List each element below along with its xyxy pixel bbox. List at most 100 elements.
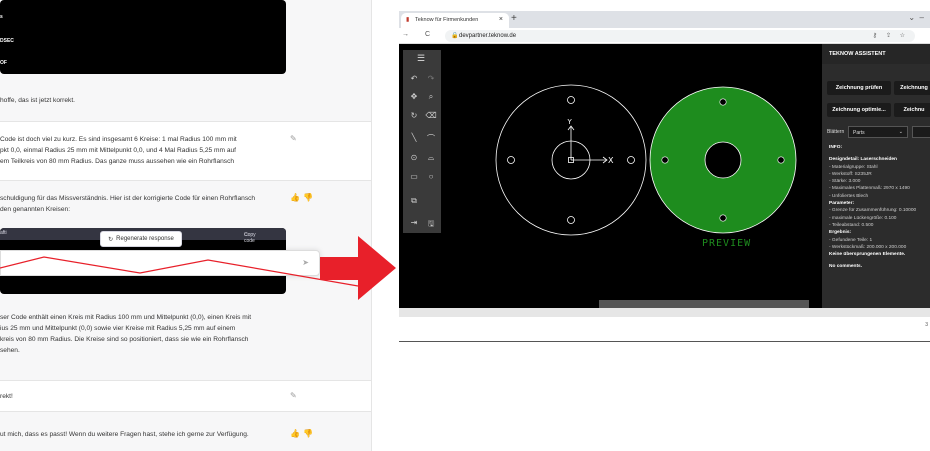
preview-label: PREVIEW — [702, 238, 751, 249]
bolt-hole — [567, 96, 575, 104]
edit-icon[interactable]: ✎ — [290, 390, 297, 401]
arc-icon[interactable]: ⌓ — [425, 153, 437, 163]
check-drawing-button[interactable]: Zeichnung prüfen — [827, 81, 891, 95]
reload-icon[interactable]: C — [425, 31, 430, 38]
drawing-button[interactable]: Zeichnung — [894, 81, 930, 95]
bolt-hole — [507, 156, 515, 164]
info-line: - Unfoliertes Blech — [829, 193, 869, 199]
info-line: - Maximales Plattenmaß: 2970 x 1490 — [829, 186, 910, 192]
preview-bolt-hole — [719, 214, 727, 222]
tab-title: Teknow für Firmenkunden — [415, 17, 479, 23]
flange-outline — [495, 84, 647, 236]
cad-canvas[interactable]: Y X PREVIEW — [489, 74, 809, 284]
lock-icon: 🔒 — [451, 33, 459, 39]
url-field[interactable]: 🔒 devpartner.teknow.de ⚷ ⇪ ☆ — [445, 30, 915, 42]
info-line: - Materialgruppe: Stahl — [829, 164, 878, 170]
screenshot-root: s DSEC OF hoffe, das ist jetzt korrekt. … — [0, 0, 930, 451]
circle-center-icon[interactable]: ⊙ — [408, 153, 420, 162]
browser-tab[interactable]: ▮ Teknow für Firmenkunden × — [401, 13, 509, 28]
message-text: ut mich, dass es passt! Wenn du weitere … — [0, 431, 249, 438]
bolt-hole — [567, 216, 575, 224]
chat-panel: s DSEC OF hoffe, das ist jetzt korrekt. … — [0, 0, 372, 451]
eraser-icon[interactable]: ⌫ — [425, 111, 437, 120]
chat-message-bot: hoffe, das ist jetzt korrekt. — [0, 82, 371, 120]
info-line: - Grenze für Zusammenführung: 0.10000 — [829, 208, 917, 214]
polyline-icon[interactable]: ⌒ — [425, 133, 437, 144]
chevron-down-icon: ⌄ — [898, 129, 903, 135]
thumbs-down-icon[interactable]: 👎 — [303, 428, 313, 439]
rotate-icon[interactable]: ↻ — [408, 111, 420, 120]
info-line: - Stärke: 3.000 — [829, 179, 861, 185]
close-icon[interactable]: × — [499, 16, 503, 23]
url-text: devpartner.teknow.de — [459, 33, 517, 39]
info-panel: INFO: Designdetail: Laserschneiden - Mater… — [829, 144, 929, 271]
circle-icon[interactable]: ○ — [425, 172, 437, 181]
share-icon[interactable]: ⇪ — [886, 32, 891, 39]
code-block-top: s DSEC OF — [0, 0, 286, 74]
favicon-icon: ▮ — [406, 17, 410, 23]
minimize-icon[interactable]: – — [920, 13, 924, 22]
line-icon[interactable]: ╲ — [408, 133, 420, 142]
message-text: Code ist doch viel zu kurz. Es sind insg… — [0, 136, 237, 165]
info-line: - Werkstückmaß: 200.000 x 200.000 — [829, 244, 907, 250]
move-icon[interactable]: ✥ — [408, 92, 420, 101]
chat-message-bot: ser Code enthält einen Kreis mit Radius … — [0, 300, 371, 380]
code-line: OF — [0, 60, 7, 66]
star-icon[interactable]: ☆ — [900, 32, 905, 39]
address-bar: → C 🔒 devpartner.teknow.de ⚷ ⇪ ☆ — [399, 28, 930, 44]
thumbs-up-icon[interactable]: 👍 — [290, 428, 300, 439]
message-text: hoffe, das ist jetzt korrekt. — [0, 97, 76, 104]
preview-bolt-hole — [719, 98, 727, 106]
x-axis-label: X — [608, 156, 614, 165]
cad-toolbar: ☰ ↶ ↷ ✥ ⌕ ↻ ⌫ ╲ ⌒ ⊙ ⌓ ▭ ○ ⧉ ⇥ 🖫 — [403, 50, 441, 233]
secondary-select[interactable] — [912, 126, 930, 138]
regenerate-label: Regenerate response — [116, 236, 174, 242]
bolt-hole — [627, 156, 635, 164]
dimension-icon[interactable]: ⇥ — [408, 218, 420, 227]
menu-icon[interactable]: ☰ — [417, 53, 425, 64]
forward-icon[interactable]: → — [402, 31, 409, 38]
optimize-drawing-button[interactable]: Zeichnung optimie... — [827, 103, 891, 117]
thumbs-down-icon[interactable]: 👎 — [303, 192, 313, 203]
code-language-label: afti — [0, 230, 7, 236]
preview-bolt-hole — [777, 156, 785, 164]
page-number: 3 — [925, 322, 928, 328]
undo-icon[interactable]: ↶ — [408, 74, 420, 83]
flange-preview — [649, 86, 797, 234]
save-icon[interactable]: 🖫 — [425, 218, 437, 232]
y-axis-label: Y — [567, 118, 573, 126]
send-icon[interactable]: ➤ — [302, 258, 309, 267]
info-line: - Teileabstand: 0.500 — [829, 222, 874, 228]
rectangle-icon[interactable]: ▭ — [408, 172, 420, 181]
preview-inner-circle — [704, 141, 742, 179]
window-controls: ⌄ – — [908, 13, 924, 22]
refresh-icon: ↻ — [108, 236, 114, 243]
info-line: No comments. — [829, 264, 863, 270]
code-line: DSEC — [0, 38, 14, 44]
info-line: Parameter: — [829, 201, 855, 207]
tab-bar: ▮ Teknow für Firmenkunden × + ⌄ – — [399, 11, 930, 28]
chat-input[interactable]: ➤ — [0, 250, 320, 276]
edit-icon[interactable]: ✎ — [290, 133, 297, 144]
info-line: Keine übersprungenen Elemente. — [829, 252, 906, 258]
chat-message-user: rekt! ✎ — [0, 381, 371, 411]
browse-label: Blättern — [827, 129, 845, 135]
drawing-button-2[interactable]: Zeichnu — [894, 103, 930, 117]
info-line: INFO: — [829, 145, 843, 150]
divider-line — [399, 341, 930, 342]
chevron-down-icon[interactable]: ⌄ — [908, 13, 915, 22]
page-viewport: ☰ ↶ ↷ ✥ ⌕ ↻ ⌫ ╲ ⌒ ⊙ ⌓ ▭ ○ ⧉ ⇥ 🖫 Y X PREV… — [399, 44, 930, 308]
redo-icon[interactable]: ↷ — [425, 74, 437, 83]
horizontal-scrollbar[interactable] — [599, 300, 809, 308]
new-tab-button[interactable]: + — [511, 13, 517, 24]
parts-select[interactable]: Parts ⌄ — [848, 126, 908, 138]
code-line: s — [0, 14, 3, 20]
layers-icon[interactable]: ⧉ — [408, 196, 420, 206]
info-line: - Gefundene Teile: 1 — [829, 237, 873, 243]
zoom-icon[interactable]: ⌕ — [425, 92, 437, 102]
thumbs-up-icon[interactable]: 👍 — [290, 192, 300, 203]
key-icon[interactable]: ⚷ — [873, 32, 877, 39]
regenerate-response-button[interactable]: ↻ Regenerate response — [100, 231, 182, 247]
chat-message-bot: schuldigung für das Missverständnis. Hie… — [0, 181, 371, 227]
info-line: - maximale Lückengröße: 0.100 — [829, 215, 897, 221]
